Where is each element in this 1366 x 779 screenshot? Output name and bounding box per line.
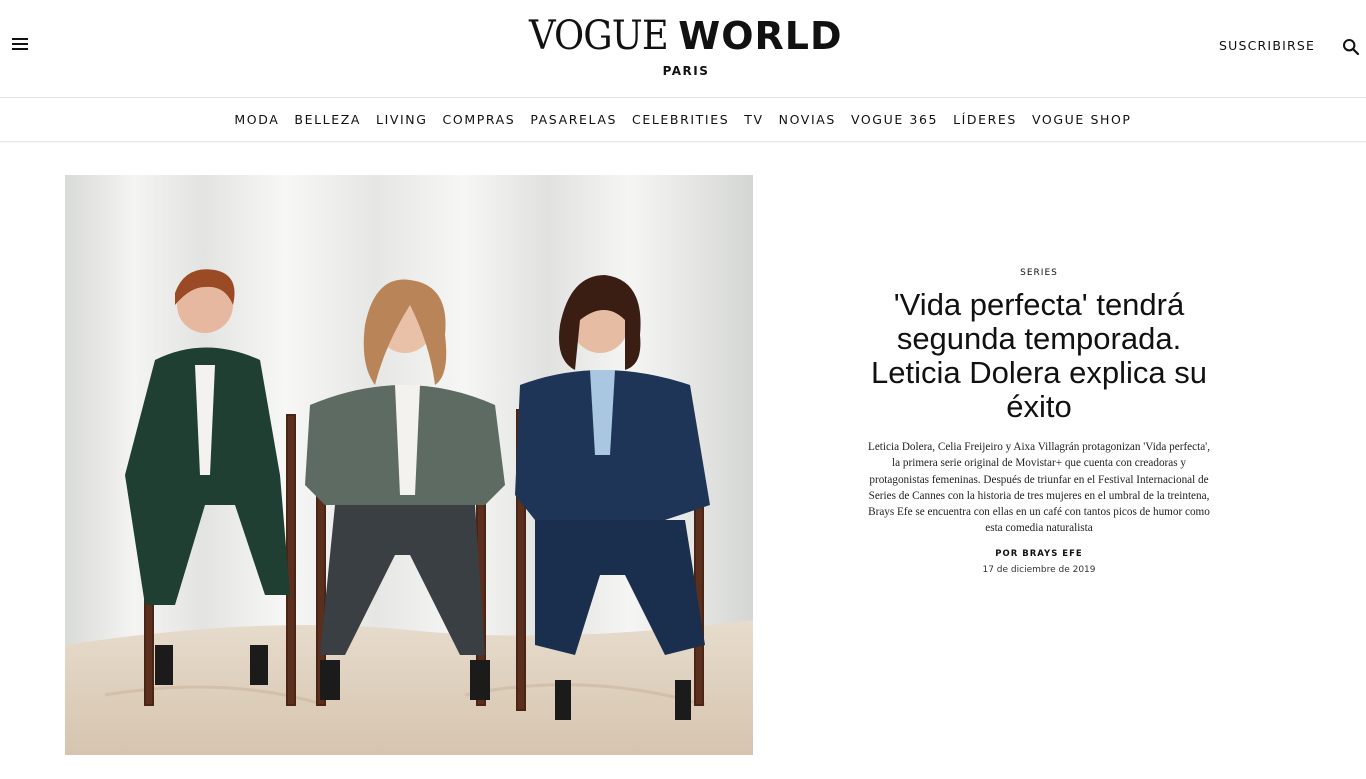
nav-item-belleza[interactable]: BELLEZA — [294, 112, 361, 127]
byline-prefix: POR — [995, 548, 1023, 559]
article-teaser: SERIES 'Vida perfecta' tendrá segunda te… — [860, 268, 1218, 575]
section-label[interactable]: SERIES — [860, 268, 1218, 278]
nav-item-living[interactable]: LIVING — [376, 112, 428, 127]
nav-item-vogue-shop[interactable]: VOGUE SHOP — [1032, 112, 1132, 127]
nav-item-tv[interactable]: TV — [744, 112, 763, 127]
publish-date: 17 de diciembre de 2019 — [982, 564, 1096, 575]
site-header: VOGUE WORLD PARIS SUSCRIBIRSE — [0, 0, 1366, 98]
logo-vogue-text: VOGUE — [529, 13, 669, 59]
search-icon[interactable] — [1342, 38, 1360, 56]
article-headline[interactable]: 'Vida perfecta' tendrá segunda temporada… — [860, 288, 1218, 424]
main-nav: MODA BELLEZA LIVING COMPRAS PASARELAS CE… — [0, 98, 1366, 142]
article-dek: Leticia Dolera, Celia Freijeiro y Aixa V… — [867, 441, 1210, 535]
nav-item-lideres[interactable]: LÍDERES — [953, 112, 1017, 127]
nav-item-moda[interactable]: MODA — [234, 112, 279, 127]
byline: POR BRAYS EFE — [860, 549, 1218, 559]
nav-item-novias[interactable]: NOVIAS — [779, 112, 836, 127]
logo-city-text: PARIS — [662, 64, 710, 78]
nav-item-celebrities[interactable]: CELEBRITIES — [632, 112, 729, 127]
subscribe-link[interactable]: SUSCRIBIRSE — [1219, 38, 1315, 53]
nav-item-pasarelas[interactable]: PASARELAS — [530, 112, 617, 127]
nav-item-vogue-365[interactable]: VOGUE 365 — [851, 112, 938, 127]
author-link[interactable]: BRAYS EFE — [1022, 549, 1082, 559]
hero-photo-illustration — [65, 175, 753, 755]
nav-item-compras[interactable]: COMPRAS — [443, 112, 516, 127]
site-logo[interactable]: VOGUE WORLD PARIS — [0, 16, 1366, 78]
hero-image[interactable] — [65, 175, 753, 755]
logo-world-text: WORLD — [678, 14, 843, 58]
